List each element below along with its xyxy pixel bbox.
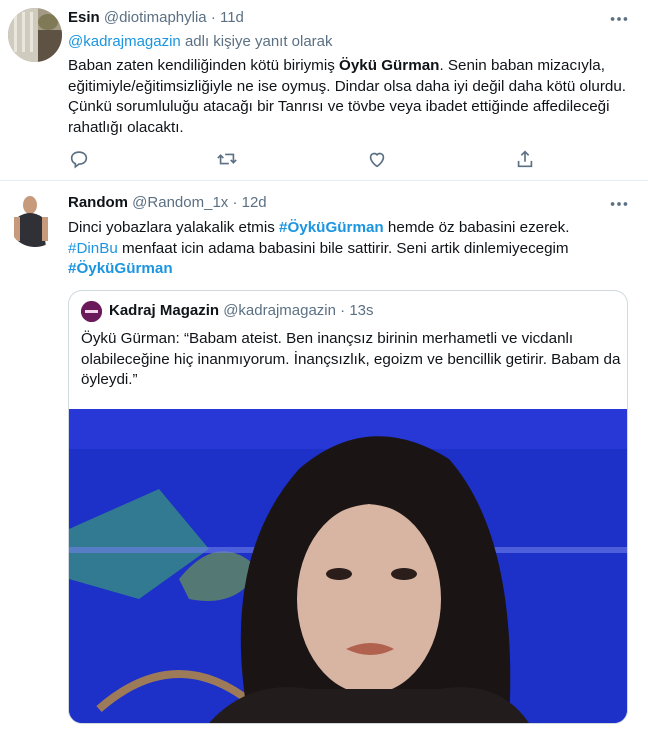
hashtag-link[interactable]: #ÖyküGürman	[279, 219, 384, 236]
quoted-timestamp: 13s	[349, 302, 374, 319]
text-part: Baban zaten kendiliğinden kötü biriymiş	[68, 57, 340, 74]
quoted-author-handle: @kadrajmagazin	[223, 302, 336, 319]
text-part: Dinci yobazlara yalakalik etmis	[68, 219, 280, 236]
reply-to-handle[interactable]: @kadrajmagazin	[68, 33, 181, 50]
tweet-text: Dinci yobazlara yalakalik etmis #ÖyküGür…	[68, 218, 633, 280]
avatar-esin[interactable]	[8, 8, 62, 62]
reply-suffix: adlı kişiye yanıt olarak	[180, 33, 333, 50]
tweet-text: Baban zaten kendiliğinden kötü biriymiş …	[68, 56, 633, 138]
separator: ·	[232, 194, 238, 211]
separator: ·	[340, 302, 346, 319]
text-bold: Öykü Gürman	[339, 57, 440, 74]
tweet-esin[interactable]: Esin @diotimaphylia · 11d @kadrajmagazin…	[0, 0, 648, 181]
tweet-actions	[68, 148, 548, 172]
author-name[interactable]: Random	[68, 194, 128, 211]
timestamp[interactable]: 11d	[220, 9, 244, 26]
quoted-tweet[interactable]: Kadraj Magazin @kadrajmagazin · 13s Öykü…	[68, 290, 628, 724]
more-icon[interactable]	[608, 193, 630, 215]
hashtag-link[interactable]: #DinBu	[68, 240, 118, 257]
tweet-random[interactable]: Random @Random_1x · 12d Dinci yobazlara …	[0, 181, 648, 733]
like-icon[interactable]	[366, 148, 388, 170]
quoted-text: Öykü Gürman: “Babam ateist. Ben inançsız…	[81, 330, 621, 388]
share-icon[interactable]	[514, 148, 536, 170]
avatar-random[interactable]	[8, 193, 62, 247]
more-icon[interactable]	[608, 8, 630, 30]
timestamp[interactable]: 12d	[242, 194, 267, 211]
retweet-icon[interactable]	[216, 148, 238, 170]
quoted-photo[interactable]	[69, 409, 627, 723]
separator: ·	[210, 9, 216, 26]
author-name[interactable]: Esin	[68, 9, 100, 26]
quoted-author-name: Kadraj Magazin	[109, 302, 220, 319]
reply-context: @kadrajmagazin adlı kişiye yanıt olarak	[68, 33, 333, 50]
author-handle[interactable]: @Random_1x	[132, 194, 228, 211]
text-part: hemde öz babasini ezerek.	[383, 219, 570, 236]
quoted-avatar	[81, 301, 102, 322]
hashtag-link[interactable]: #ÖyküGürman	[68, 260, 173, 277]
text-part: menfaat icin adama babasini bile sattiri…	[117, 239, 569, 257]
reply-icon[interactable]	[68, 148, 90, 170]
author-handle[interactable]: @diotimaphylia	[104, 9, 207, 26]
